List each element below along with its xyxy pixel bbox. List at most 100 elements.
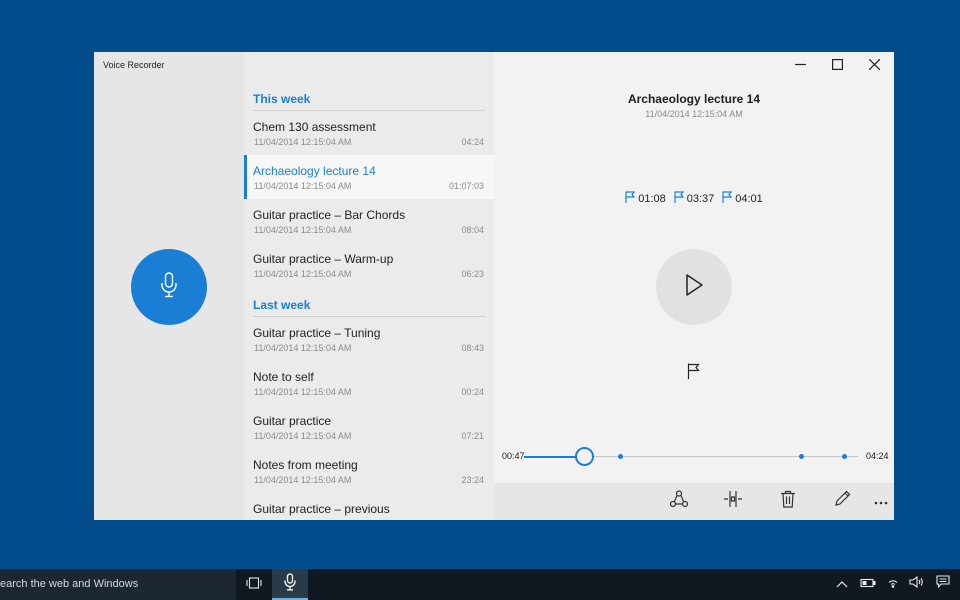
marker-button[interactable]: 01:08 xyxy=(625,191,666,206)
maximize-icon xyxy=(831,57,843,75)
trim-button[interactable] xyxy=(721,489,745,513)
wifi-icon xyxy=(886,575,900,593)
search-placeholder: earch the web and Windows xyxy=(0,578,139,590)
recording-date: 11/04/2014 12:15:04 AM xyxy=(254,137,352,147)
delete-button[interactable] xyxy=(776,489,800,513)
delete-icon xyxy=(780,490,796,513)
recording-duration: 06:23 xyxy=(461,269,484,279)
recording-name: Guitar practice – Bar Chords xyxy=(253,208,406,222)
recording-date: 11/04/2014 12:15:04 AM xyxy=(254,387,352,397)
recording-item[interactable]: Notes from meeting 11/04/2014 12:15:04 A… xyxy=(244,449,494,493)
recording-date: 11/04/2014 12:15:04 AM xyxy=(254,225,352,235)
battery-icon xyxy=(860,575,876,593)
action-center-button[interactable] xyxy=(935,575,951,593)
recording-item[interactable]: Guitar practice – Bar Chords 11/04/2014 … xyxy=(244,199,494,243)
current-time: 00:47 xyxy=(502,451,525,461)
more-button[interactable] xyxy=(869,489,893,513)
taskbar: earch the web and Windows xyxy=(0,569,960,600)
recording-item[interactable]: Chem 130 assessment 11/04/2014 12:15:04 … xyxy=(244,111,494,155)
recording-item[interactable]: Guitar practice 11/04/2014 12:15:04 AM 0… xyxy=(244,405,494,449)
speaker-icon xyxy=(909,575,925,593)
recording-item-partial[interactable]: Guitar practice – previous xyxy=(244,493,494,520)
marker-button[interactable]: 03:37 xyxy=(674,191,715,206)
marker-dot xyxy=(842,454,848,459)
network-button[interactable] xyxy=(885,576,901,592)
playback-slider[interactable] xyxy=(524,447,858,466)
recording-date: 11/04/2014 12:15:04 AM xyxy=(254,431,352,441)
recording-title: Archaeology lecture 14 xyxy=(627,92,761,106)
recording-date: 11/04/2014 12:15:04 AM xyxy=(645,109,743,119)
recordings-list[interactable]: This week Chem 130 assessment 11/04/2014… xyxy=(244,52,494,520)
close-icon xyxy=(868,57,880,75)
maximize-button[interactable] xyxy=(822,56,852,76)
play-button[interactable] xyxy=(656,249,732,325)
chevron-up-icon xyxy=(836,575,848,593)
recording-item[interactable]: Note to self 11/04/2014 12:15:04 AM 00:2… xyxy=(244,361,494,405)
recording-name: Notes from meeting xyxy=(253,458,358,472)
close-button[interactable] xyxy=(859,56,889,76)
recording-duration: 01:07:03 xyxy=(448,181,484,191)
task-view-icon xyxy=(246,576,262,594)
flag-icon xyxy=(674,191,685,206)
marker-dot xyxy=(798,454,804,459)
recording-name: Guitar practice – previous xyxy=(253,502,390,516)
recording-duration: 04:24 xyxy=(461,137,484,147)
microphone-icon xyxy=(159,271,179,303)
flag-icon xyxy=(722,191,733,206)
recording-duration: 00:24 xyxy=(461,387,484,397)
section-header-last-week: Last week xyxy=(253,298,485,317)
recording-item[interactable]: Guitar practice – Tuning 11/04/2014 12:1… xyxy=(244,317,494,361)
command-bar xyxy=(494,483,894,520)
volume-button[interactable] xyxy=(909,575,925,593)
marker-time: 04:01 xyxy=(735,192,763,205)
recording-date: 11/04/2014 12:15:04 AM xyxy=(254,343,352,353)
rename-button[interactable] xyxy=(830,489,854,513)
share-icon xyxy=(669,489,689,513)
rename-icon xyxy=(833,490,851,513)
slider-thumb[interactable] xyxy=(574,447,594,466)
more-icon xyxy=(874,492,888,510)
section-header-this-week: This week xyxy=(253,92,485,111)
play-icon xyxy=(684,273,704,302)
recording-name: Chem 130 assessment xyxy=(253,120,376,134)
recording-name: Guitar practice – Tuning xyxy=(253,326,381,340)
minimize-icon xyxy=(794,57,806,75)
flag-icon xyxy=(687,363,701,384)
notification-icon xyxy=(936,575,950,593)
flag-icon xyxy=(625,191,636,206)
markers-list: 01:08 03:37 04:01 xyxy=(494,191,894,206)
recording-duration: 23:24 xyxy=(461,475,484,485)
battery-button[interactable] xyxy=(860,576,876,592)
recording-item-selected[interactable]: Archaeology lecture 14 11/04/2014 12:15:… xyxy=(244,155,494,199)
share-button[interactable] xyxy=(667,489,691,513)
marker-dot xyxy=(618,454,624,459)
total-time: 04:24 xyxy=(866,451,889,461)
recording-duration: 08:04 xyxy=(461,225,484,235)
recording-duration: 08:43 xyxy=(461,343,484,353)
taskbar-search-box[interactable]: earch the web and Windows xyxy=(0,569,236,600)
app-title: Voice Recorder xyxy=(103,60,165,70)
add-marker-button[interactable] xyxy=(685,363,703,384)
recording-date: 11/04/2014 12:15:04 AM xyxy=(254,269,352,279)
taskbar-voice-recorder[interactable] xyxy=(272,569,308,600)
record-pane: Voice Recorder xyxy=(94,52,244,520)
recording-name: Guitar practice xyxy=(253,414,332,428)
recording-name: Archaeology lecture 14 xyxy=(253,164,376,178)
recording-date: 11/04/2014 12:15:04 AM xyxy=(254,475,352,485)
voice-recorder-window: Voice Recorder This week Chem 130 assess… xyxy=(94,52,894,520)
show-hidden-icons-button[interactable] xyxy=(834,576,850,592)
playback-pane: Archaeology lecture 14 11/04/2014 12:15:… xyxy=(494,52,894,520)
recording-date: 11/04/2014 12:15:04 AM xyxy=(254,181,352,191)
record-button[interactable] xyxy=(131,249,207,325)
microphone-icon xyxy=(283,573,297,596)
recording-name: Note to self xyxy=(253,370,314,384)
marker-button[interactable]: 04:01 xyxy=(722,191,763,206)
marker-time: 01:08 xyxy=(638,192,666,205)
recording-item[interactable]: Guitar practice – Warm-up 11/04/2014 12:… xyxy=(244,243,494,287)
recording-duration: 07:21 xyxy=(461,431,484,441)
trim-icon xyxy=(724,490,742,513)
task-view-button[interactable] xyxy=(236,569,272,600)
minimize-button[interactable] xyxy=(785,56,815,76)
recording-name: Guitar practice – Warm-up xyxy=(253,252,394,266)
marker-time: 03:37 xyxy=(686,192,715,205)
